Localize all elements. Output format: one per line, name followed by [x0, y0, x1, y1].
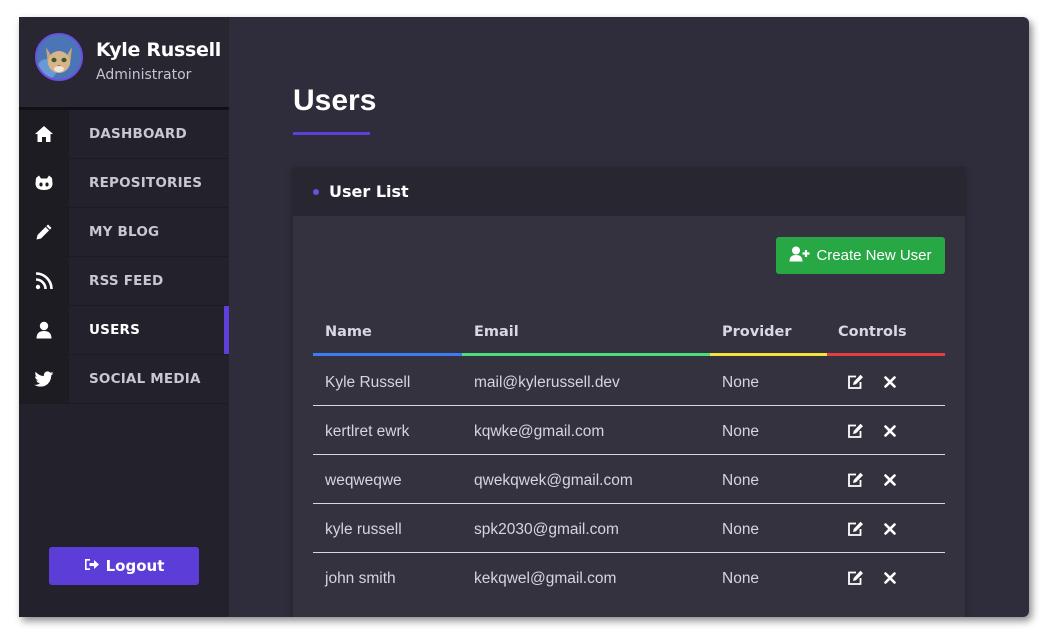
github-icon	[19, 159, 69, 207]
sidebar-item-label: MY BLOG	[89, 224, 160, 240]
column-header-email: Email	[474, 324, 519, 340]
delete-icon[interactable]	[881, 471, 899, 489]
sidebar-item-dashboard[interactable]: DASHBOARD	[19, 110, 229, 159]
edit-icon[interactable]	[846, 471, 864, 489]
sidebar-item-label: REPOSITORIES	[89, 175, 203, 191]
table-row: Kyle Russell mail@kylerussell.dev None	[313, 357, 945, 406]
cell-name: kertlret ewrk	[325, 423, 410, 440]
logout-label: Logout	[105, 557, 165, 575]
cell-name: john smith	[325, 570, 396, 587]
cell-email: kqwke@gmail.com	[474, 423, 605, 440]
card-header: User List	[293, 167, 965, 216]
table-body: Kyle Russell mail@kylerussell.dev None kert…	[313, 357, 945, 602]
edit-icon[interactable]	[846, 520, 864, 538]
home-icon	[19, 110, 69, 158]
table-row: weqweqwe qwekqwek@gmail.com None	[313, 455, 945, 504]
create-new-user-label: Create New User	[816, 247, 932, 264]
edit-icon[interactable]	[846, 569, 864, 587]
column-underline-controls	[827, 353, 945, 356]
create-new-user-button[interactable]: Create New User	[776, 237, 945, 274]
cell-provider: None	[722, 423, 760, 440]
sidebar-item-rss-feed[interactable]: RSS FEED	[19, 257, 229, 306]
sidebar-item-label: USERS	[89, 322, 141, 338]
delete-icon[interactable]	[881, 373, 899, 391]
table-header: Name Email Provider Controls	[313, 317, 945, 357]
users-table: Name Email Provider Controls Kyle Russel…	[313, 317, 945, 602]
sign-out-icon	[84, 557, 100, 575]
sidebar-item-users[interactable]: USERS	[19, 306, 229, 355]
title-underline	[293, 132, 370, 135]
cell-provider: None	[722, 472, 760, 489]
cell-provider: None	[722, 570, 760, 587]
cell-provider: None	[722, 374, 760, 391]
sidebar-item-social-media[interactable]: SOCIAL MEDIA	[19, 355, 229, 404]
bullet-icon	[313, 188, 319, 195]
cell-name: kyle russell	[325, 521, 402, 538]
cell-email: qwekqwek@gmail.com	[474, 472, 633, 489]
user-plus-icon	[789, 246, 811, 266]
rss-icon	[19, 257, 69, 305]
table-row: john smith kekqwel@gmail.com None	[313, 553, 945, 602]
sidebar-item-my-blog[interactable]: MY BLOG	[19, 208, 229, 257]
sidebar: Kyle Russell Administrator DASHBOARD REP…	[19, 17, 229, 617]
cell-name: Kyle Russell	[325, 374, 411, 391]
edit-icon[interactable]	[846, 373, 864, 391]
logout-button[interactable]: Logout	[49, 547, 199, 585]
cell-email: spk2030@gmail.com	[474, 521, 619, 538]
cell-email: mail@kylerussell.dev	[474, 374, 620, 391]
column-header-controls: Controls	[838, 324, 907, 340]
cell-email: kekqwel@gmail.com	[474, 570, 617, 587]
sidebar-item-label: DASHBOARD	[89, 126, 187, 142]
column-header-provider: Provider	[722, 324, 792, 340]
table-row: kertlret ewrk kqwke@gmail.com None	[313, 406, 945, 455]
sidebar-nav: DASHBOARD REPOSITORIES MY BLOG RSS FEED	[19, 110, 229, 404]
table-row: kyle russell spk2030@gmail.com None	[313, 504, 945, 553]
column-underline-name	[313, 353, 462, 356]
delete-icon[interactable]	[881, 422, 899, 440]
user-icon	[19, 306, 69, 354]
card-title: User List	[329, 182, 409, 201]
profile-panel: Kyle Russell Administrator	[19, 17, 229, 110]
app-window: Kyle Russell Administrator DASHBOARD REP…	[19, 17, 1029, 617]
avatar	[35, 33, 83, 81]
edit-icon[interactable]	[846, 422, 864, 440]
cell-name: weqweqwe	[325, 472, 402, 489]
profile-name: Kyle Russell	[96, 39, 221, 61]
sidebar-item-label: SOCIAL MEDIA	[89, 371, 201, 387]
pencil-icon	[19, 208, 69, 256]
user-list-card: User List Create New User Name Email Pro…	[293, 167, 965, 617]
delete-icon[interactable]	[881, 520, 899, 538]
delete-icon[interactable]	[881, 569, 899, 587]
column-underline-provider	[710, 353, 827, 356]
twitter-icon	[19, 355, 69, 403]
column-underline-email	[462, 353, 710, 356]
page-title: Users	[293, 84, 377, 117]
sidebar-item-label: RSS FEED	[89, 273, 164, 289]
column-header-name: Name	[325, 324, 372, 340]
cell-provider: None	[722, 521, 760, 538]
profile-role: Administrator	[96, 67, 192, 83]
sidebar-item-repositories[interactable]: REPOSITORIES	[19, 159, 229, 208]
